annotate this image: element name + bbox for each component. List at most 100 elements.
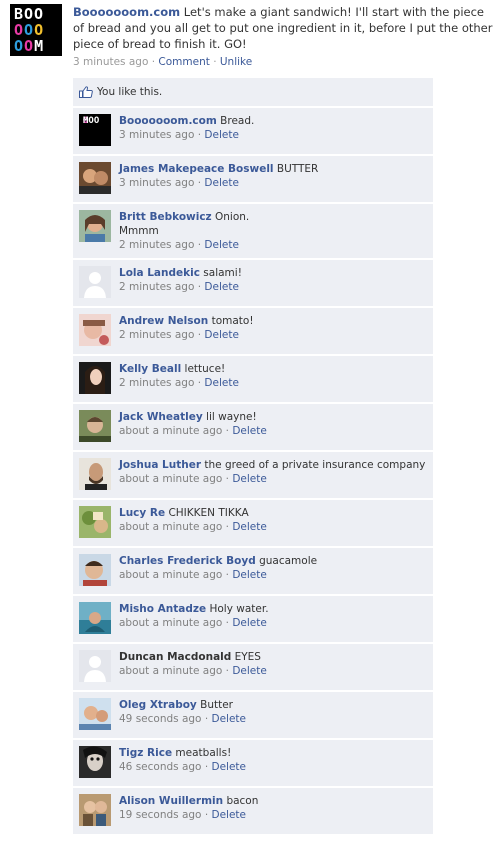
comment: Andrew Nelson tomato! 2 minutes ago · De…	[73, 308, 433, 354]
profile-photo	[79, 506, 111, 538]
comment: Lucy Re CHIKKEN TIKKA about a minute ago…	[73, 500, 433, 546]
profile-photo	[79, 794, 111, 826]
comment-author[interactable]: Charles Frederick Boyd	[119, 555, 256, 567]
delete-link[interactable]: Delete	[204, 177, 239, 189]
comment-text: Bread.	[220, 115, 255, 127]
delete-link[interactable]: Delete	[204, 377, 239, 389]
profile-photo	[79, 602, 111, 634]
avatar[interactable]: BOO O O O O O M	[79, 114, 111, 146]
delete-link[interactable]: Delete	[204, 281, 239, 293]
delete-link[interactable]: Delete	[232, 425, 267, 437]
avatar[interactable]	[79, 266, 111, 298]
comment-text: salami!	[203, 267, 242, 279]
delete-link[interactable]: Delete	[232, 569, 267, 581]
comment-text: the greed of a private insurance company	[204, 459, 426, 471]
comment-text: EYES	[234, 651, 261, 663]
likes-text: You like this.	[97, 86, 163, 98]
avatar[interactable]	[79, 162, 111, 194]
comment-text: meatballs!	[175, 747, 232, 759]
profile-photo	[79, 162, 111, 194]
comment-author[interactable]: Lola Landekic	[119, 267, 200, 279]
comment: Oleg Xtraboy Butter 49 seconds ago · Del…	[73, 692, 433, 738]
comment: Joshua Luther the greed of a private ins…	[73, 452, 433, 498]
comment-author[interactable]: Jack Wheatley	[119, 411, 203, 423]
comment-author[interactable]: Kelly Beall	[119, 363, 181, 375]
avatar[interactable]	[79, 746, 111, 778]
delete-link[interactable]: Delete	[232, 617, 267, 629]
delete-link[interactable]: Delete	[212, 761, 247, 773]
comment-author[interactable]: Misho Antadze	[119, 603, 206, 615]
avatar[interactable]	[79, 698, 111, 730]
avatar[interactable]	[79, 794, 111, 826]
avatar[interactable]	[79, 210, 111, 242]
avatar[interactable]	[79, 554, 111, 586]
comment-time: 3 minutes ago	[119, 129, 195, 141]
comment-author[interactable]: Joshua Luther	[119, 459, 201, 471]
profile-photo	[79, 210, 111, 242]
delete-link[interactable]: Delete	[232, 473, 267, 485]
comment-text: Onion.	[215, 211, 250, 223]
profile-photo	[79, 746, 111, 778]
comment-time: about a minute ago	[119, 617, 223, 629]
comment-text: Holy water.	[209, 603, 269, 615]
comment-time: 2 minutes ago	[119, 377, 195, 389]
profile-photo	[79, 410, 111, 442]
profile-photo	[79, 554, 111, 586]
likes-bar: You like this.	[73, 78, 433, 106]
avatar[interactable]	[79, 314, 111, 346]
delete-link[interactable]: Delete	[204, 239, 239, 251]
thumbs-up-icon	[79, 86, 93, 98]
avatar[interactable]	[79, 362, 111, 394]
comment-text: tomato!	[211, 315, 254, 327]
profile-photo	[79, 458, 111, 490]
comment: Charles Frederick Boyd guacamole about a…	[73, 548, 433, 594]
comment-text: lettuce!	[184, 363, 226, 375]
comment-time: about a minute ago	[119, 473, 223, 485]
comment-author[interactable]: Tigz Rice	[119, 747, 172, 759]
comment-author[interactable]: Britt Bebkowicz	[119, 211, 212, 223]
unlike-link[interactable]: Unlike	[220, 56, 252, 68]
delete-link[interactable]: Delete	[212, 713, 247, 725]
avatar[interactable]	[79, 650, 111, 682]
avatar[interactable]	[79, 506, 111, 538]
comment-time: 2 minutes ago	[119, 281, 195, 293]
comment-link[interactable]: Comment	[158, 56, 209, 68]
comment-author: Duncan Macdonald	[119, 651, 232, 663]
comment-author[interactable]: Andrew Nelson	[119, 315, 208, 327]
post-author-link[interactable]: Booooooom.com	[73, 5, 180, 19]
comment: Kelly Beall lettuce! 2 minutes ago · Del…	[73, 356, 433, 402]
booooooom-logo: BOO OOO OOM	[14, 5, 45, 55]
comment-author[interactable]: Booooooom.com	[119, 115, 217, 127]
comment: BOO O O O O O M Booooooom.com Bread. 3 minutes…	[73, 108, 433, 154]
delete-link[interactable]: Delete	[232, 665, 267, 677]
comment-text: guacamole	[259, 555, 318, 567]
page-avatar[interactable]: BOO OOO OOM	[10, 4, 62, 56]
comment-time: 2 minutes ago	[119, 329, 195, 341]
comment-time: 46 seconds ago	[119, 761, 202, 773]
delete-link[interactable]: Delete	[204, 129, 239, 141]
comment-time: 19 seconds ago	[119, 809, 202, 821]
avatar[interactable]	[79, 410, 111, 442]
post-body: Booooooom.com Let's make a giant sandwic…	[73, 4, 495, 70]
post-time: 3 minutes ago	[73, 56, 149, 68]
comment-author[interactable]: Oleg Xtraboy	[119, 699, 197, 711]
default-avatar-icon	[79, 266, 111, 298]
comment-author[interactable]: Lucy Re	[119, 507, 165, 519]
comment-author[interactable]: Alison Wuillermin	[119, 795, 223, 807]
comment-time: 3 minutes ago	[119, 177, 195, 189]
delete-link[interactable]: Delete	[232, 521, 267, 533]
delete-link[interactable]: Delete	[204, 329, 239, 341]
comment: Tigz Rice meatballs! 46 seconds ago · De…	[73, 740, 433, 786]
comment-feed: You like this. BOO O O O O O M Booooooom.com B…	[73, 78, 433, 836]
comment: Jack Wheatley lil wayne! about a minute …	[73, 404, 433, 450]
avatar[interactable]	[79, 602, 111, 634]
delete-link[interactable]: Delete	[212, 809, 247, 821]
avatar[interactable]	[79, 458, 111, 490]
booooooom-logo: BOO O O O O O M	[79, 114, 111, 146]
comment-author[interactable]: James Makepeace Boswell	[119, 163, 274, 175]
comment-text-line2: Mmmm	[119, 225, 159, 237]
comment-time: about a minute ago	[119, 569, 223, 581]
comment-text: CHIKKEN TIKKA	[168, 507, 249, 519]
comment-time: about a minute ago	[119, 665, 223, 677]
profile-photo	[79, 314, 111, 346]
